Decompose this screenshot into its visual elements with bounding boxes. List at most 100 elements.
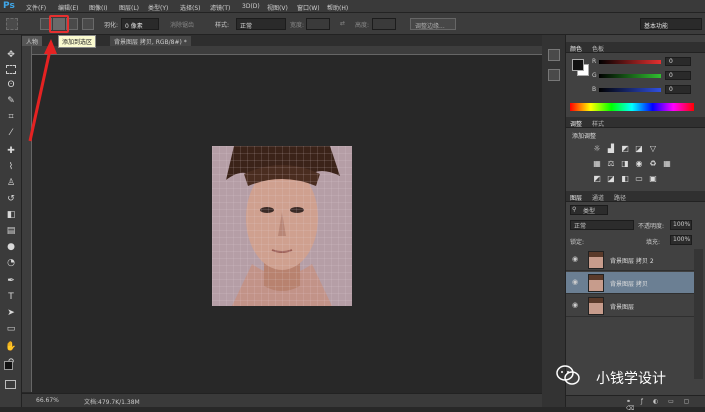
invert-icon[interactable]: ◩ [592,174,602,183]
tab-adjustments[interactable]: 调整 [570,119,582,128]
workspace-select[interactable]: 基本功能 [640,18,702,30]
refine-edge-button[interactable]: 调整边缘... [410,18,456,30]
wechat-icon [556,365,580,385]
zoom-level[interactable]: 66.67% [36,397,59,404]
tab-color[interactable]: 颜色 [570,44,582,53]
channel-r-value[interactable]: 0 [665,57,691,66]
feather-input[interactable]: 0 像素 [121,18,159,30]
posterize-icon[interactable]: ◪ [606,174,616,183]
menu-image[interactable]: 图像(I) [89,3,107,12]
layer-name: 背景图层 拷贝 2 [610,258,654,265]
eyedropper-icon[interactable]: ⁄ [5,127,17,139]
tab-layers[interactable]: 图层 [570,193,582,202]
portrait-image[interactable] [212,146,352,306]
color-spectrum[interactable] [570,103,694,111]
tab-styles[interactable]: 样式 [592,119,604,128]
hue-saturation-icon[interactable]: ▦ [592,159,602,168]
type-tool-icon[interactable]: T [5,291,17,303]
menu-3d[interactable]: 3D(D) [242,3,260,10]
opacity-label: 不透明度: [638,223,665,230]
marquee-tool-icon[interactable] [6,65,16,74]
exposure-icon[interactable]: ◪ [634,144,644,153]
menu-layer[interactable]: 图层(L) [119,3,139,12]
opacity-input[interactable]: 100% [670,220,692,230]
tab-channels[interactable]: 通道 [592,193,604,202]
quick-mask-icon[interactable] [5,380,16,389]
selective-color-icon[interactable]: ▣ [648,174,658,183]
marquee-tool-preset-icon[interactable] [6,18,18,30]
menu-bar: Ps 文件(F) 编辑(E) 图像(I) 图层(L) 类型(Y) 选择(S) 滤… [0,0,705,13]
height-input[interactable] [372,18,396,30]
layer-row[interactable]: ◉ 背景图层 [566,295,694,317]
menu-help[interactable]: 帮助(H) [327,3,348,12]
channel-b-value[interactable]: 0 [665,85,691,94]
document-info[interactable]: 文档:479.7K/1.38M [84,397,140,406]
panel-icon-column [542,35,566,407]
menu-type[interactable]: 类型(Y) [148,3,168,12]
tab-document-2[interactable]: 背景图层 拷贝, RGB/8#) * [110,36,191,46]
channel-g-value[interactable]: 0 [665,71,691,80]
shape-tool-icon[interactable]: ▭ [5,323,17,335]
menu-view[interactable]: 视图(V) [267,3,288,12]
brightness-icon[interactable]: ☼ [592,144,602,153]
visibility-eye-icon[interactable]: ◉ [572,255,578,263]
properties-panel-icon[interactable] [548,69,560,81]
blend-mode-select[interactable]: 正常 [570,220,634,230]
healing-brush-icon[interactable]: ✚ [5,145,17,157]
swap-icon[interactable]: ⇄ [340,20,345,27]
layer-actions-icon[interactable]: ⚭ ƒ ◐ ▭ ▢ ⌫ [626,398,705,412]
hand-tool-icon[interactable]: ✋ [5,341,17,353]
layer-row-selected[interactable]: ◉ 背景图层 拷贝 [566,272,694,294]
gradient-map-icon[interactable]: ▭ [634,174,644,183]
threshold-icon[interactable]: ◧ [620,174,630,183]
menu-select[interactable]: 选择(S) [180,3,201,12]
antialias-label[interactable]: 消除锯齿 [170,20,194,29]
lasso-tool-icon[interactable]: ʘ [5,79,17,91]
intersect-selection-icon[interactable] [82,18,94,30]
curves-icon[interactable]: ◩ [620,144,630,153]
path-select-icon[interactable]: ➤ [5,307,17,319]
clone-stamp-icon[interactable]: ♙ [5,177,17,189]
fill-input[interactable]: 100% [670,235,692,245]
channel-r-slider[interactable] [599,60,661,64]
layer-thumbnail [588,251,604,269]
fill-label: 填充: [646,239,661,246]
layers-scrollbar[interactable] [694,249,703,379]
crop-tool-icon[interactable]: ⌗ [5,111,17,123]
visibility-eye-icon[interactable]: ◉ [572,278,578,286]
height-label: 高度: [355,22,370,29]
menu-window[interactable]: 窗口(W) [297,3,320,12]
pen-tool-icon[interactable]: ✒ [5,275,17,287]
history-panel-icon[interactable] [548,49,560,61]
options-bar: 羽化: 0 像素 消除锯齿 样式: 正常 宽度: ⇄ 高度: 调整边缘... 基… [0,13,705,35]
quick-select-icon[interactable]: ✎ [5,95,17,107]
menu-filter[interactable]: 滤镜(T) [210,3,230,12]
levels-icon[interactable]: ▟ [606,144,616,153]
tab-swatches[interactable]: 色板 [592,44,604,53]
width-input[interactable] [306,18,330,30]
visibility-eye-icon[interactable]: ◉ [572,301,578,309]
move-tool-icon[interactable]: ✥ [5,49,17,61]
channel-g-slider[interactable] [599,74,661,78]
black-white-icon[interactable]: ◨ [620,159,630,168]
vibrance-icon[interactable]: ▽ [648,144,658,153]
channel-b-slider[interactable] [599,88,661,92]
dodge-tool-icon[interactable]: ◔ [5,257,17,269]
brush-tool-icon[interactable]: ⌇ [5,161,17,173]
tab-paths[interactable]: 路径 [614,193,626,202]
channel-mixer-icon[interactable]: ♻ [648,159,658,168]
blur-tool-icon[interactable]: ● [5,241,17,253]
menu-edit[interactable]: 编辑(E) [58,3,78,12]
eraser-icon[interactable]: ◧ [5,209,17,221]
channel-b-label: B [592,86,597,93]
gradient-tool-icon[interactable]: ▤ [5,225,17,237]
foreground-swatch[interactable] [572,59,584,71]
history-brush-icon[interactable]: ↺ [5,193,17,205]
color-lookup-icon[interactable]: ▦ [662,159,672,168]
layer-row[interactable]: ◉ 背景图层 拷贝 2 [566,249,694,271]
color-balance-icon[interactable]: ⚖ [606,159,616,168]
menu-file[interactable]: 文件(F) [26,3,46,12]
photo-filter-icon[interactable]: ◉ [634,159,644,168]
style-select[interactable]: 正常 [236,18,286,30]
foreground-color-swatch[interactable] [4,361,13,370]
